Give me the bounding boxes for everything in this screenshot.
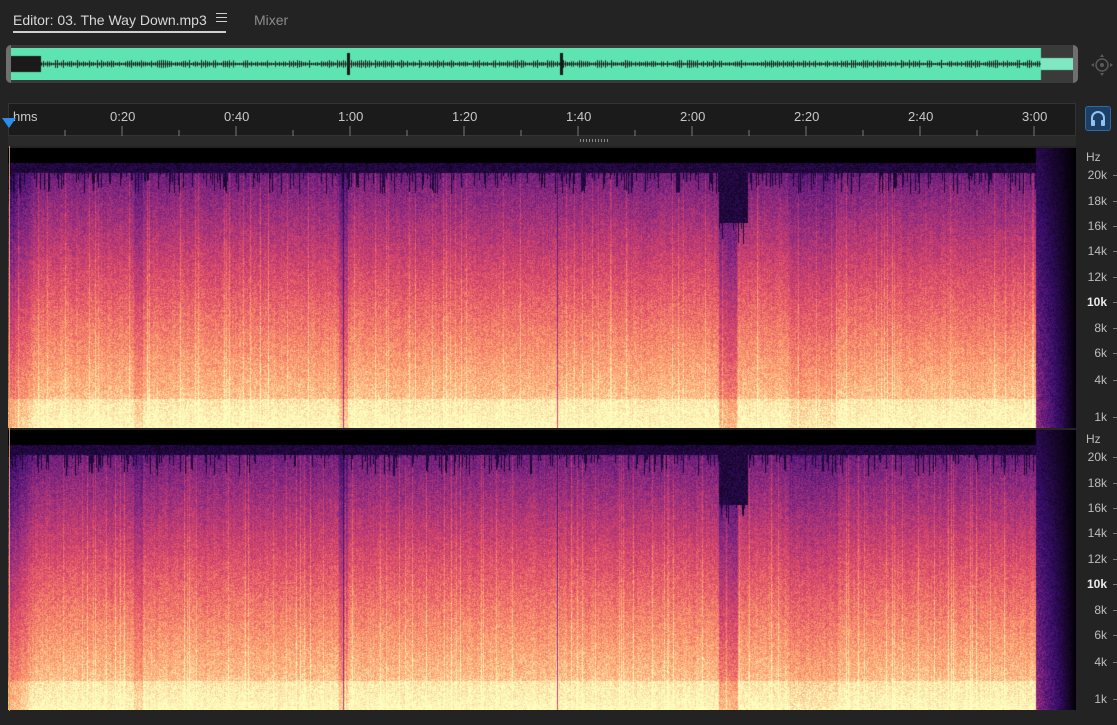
frequency-label: 10k <box>1086 295 1107 309</box>
spectrogram-right <box>8 430 1078 710</box>
frequency-tick <box>1113 635 1117 636</box>
frequency-unit-label: Hz <box>1086 432 1101 446</box>
ruler-time-label: 0:20 <box>110 109 136 124</box>
frequency-tick <box>1113 457 1117 458</box>
frequency-label: 20k <box>1087 168 1107 182</box>
frequency-label: 16k <box>1087 219 1107 233</box>
frequency-tick <box>1113 277 1117 278</box>
spectral-display-left-channel[interactable] <box>8 148 1078 428</box>
bottom-bar <box>0 711 1117 725</box>
frequency-unit-label: Hz <box>1086 150 1101 164</box>
ruler-time-label: 1:00 <box>338 109 364 124</box>
frequency-tick <box>1113 584 1117 585</box>
ruler-time-label: 2:20 <box>794 109 820 124</box>
frequency-tick <box>1113 483 1117 484</box>
frequency-label: 4k <box>1094 655 1107 669</box>
ruler-time-label: 1:20 <box>452 109 478 124</box>
frequency-tick <box>1113 610 1117 611</box>
frequency-label: 14k <box>1087 244 1107 258</box>
panel-splitter[interactable] <box>8 136 1076 146</box>
frequency-tick <box>1113 508 1117 509</box>
frequency-label: 4k <box>1094 373 1107 387</box>
frequency-label: 12k <box>1087 270 1107 284</box>
frequency-tick <box>1113 533 1117 534</box>
frequency-label: 10k <box>1086 577 1107 591</box>
frequency-tick <box>1113 175 1117 176</box>
frequency-label: 12k <box>1087 552 1107 566</box>
frequency-tick <box>1113 380 1117 381</box>
active-tab-indicator <box>13 31 226 33</box>
frequency-tick <box>1113 302 1117 303</box>
tab-mixer[interactable]: Mixer <box>254 11 288 29</box>
splitter-grip[interactable] <box>580 139 610 142</box>
frequency-label: 18k <box>1087 194 1107 208</box>
spectrogram-left <box>8 148 1078 428</box>
frequency-tick <box>1113 699 1117 700</box>
spectral-display-right-channel[interactable] <box>8 430 1078 710</box>
frequency-label: 6k <box>1094 346 1107 360</box>
ruler-time-label: 2:40 <box>908 109 934 124</box>
frequency-tick <box>1113 559 1117 560</box>
ruler-unit-label: hms <box>13 109 38 124</box>
frequency-tick <box>1113 417 1117 418</box>
frequency-tick <box>1113 328 1117 329</box>
overview-right-handle[interactable] <box>1073 45 1078 83</box>
frequency-label: 18k <box>1087 476 1107 490</box>
ruler-time-label: 1:40 <box>566 109 592 124</box>
frequency-label: 16k <box>1087 501 1107 515</box>
frequency-label: 1k <box>1094 410 1107 424</box>
overview-waveform <box>11 48 1073 80</box>
ruler-time-label: 0:40 <box>224 109 250 124</box>
frequency-label: 8k <box>1094 321 1107 335</box>
frequency-tick <box>1113 201 1117 202</box>
frequency-tick <box>1113 662 1117 663</box>
tab-editor[interactable]: Editor: 03. The Way Down.mp3 <box>13 11 207 29</box>
hamburger-menu-icon[interactable] <box>216 13 227 25</box>
frequency-label: 1k <box>1094 692 1107 706</box>
monitor-button[interactable] <box>1085 106 1111 131</box>
frequency-tick <box>1113 226 1117 227</box>
frequency-label: 6k <box>1094 628 1107 642</box>
playhead-handle[interactable] <box>2 118 16 128</box>
frequency-label: 8k <box>1094 603 1107 617</box>
frequency-tick <box>1113 251 1117 252</box>
frequency-label: 14k <box>1087 526 1107 540</box>
playhead-line <box>9 146 10 711</box>
headphones-icon <box>1091 111 1105 126</box>
ruler-time-label: 3:00 <box>1022 109 1048 124</box>
time-ruler[interactable]: hms 0:20 0:40 1:00 1:20 1:40 2:00 2:20 2:40 3:00 <box>8 103 1076 137</box>
frequency-scale-left: Hz 20k 18k 16k 14k 12k 10k 8k 6k 4k 1k <box>1076 148 1117 428</box>
overview-navigator[interactable] <box>6 45 1078 83</box>
frequency-scale-right: Hz 20k 18k 16k 14k 12k 10k 8k 6k 4k 1k <box>1076 430 1117 710</box>
frequency-tick <box>1113 353 1117 354</box>
frequency-label: 20k <box>1087 450 1107 464</box>
zoom-navigator-icon[interactable] <box>1090 53 1114 77</box>
panel-tab-bar: Editor: 03. The Way Down.mp3 Mixer <box>0 0 1117 38</box>
ruler-time-label: 2:00 <box>680 109 706 124</box>
